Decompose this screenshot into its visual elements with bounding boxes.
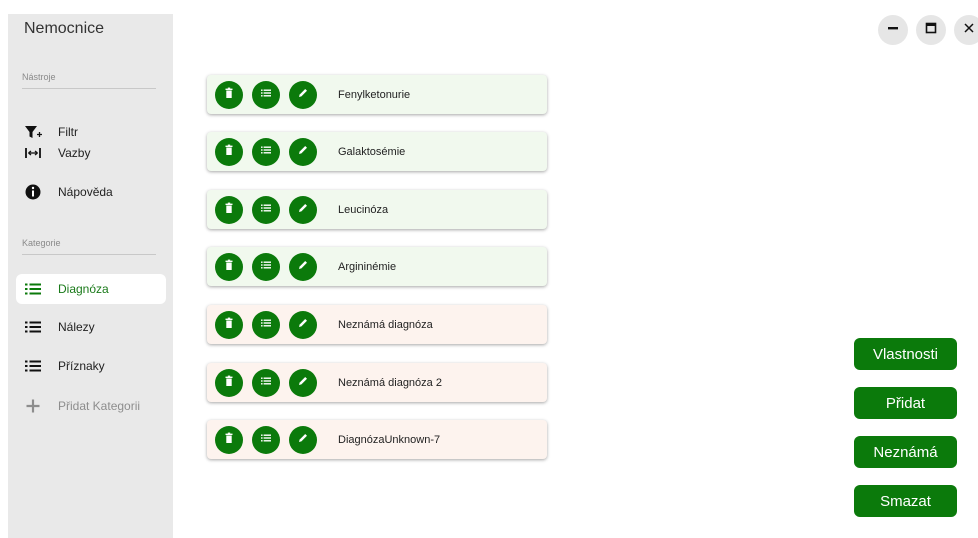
info-icon: [24, 183, 42, 201]
link-arrows-icon: [24, 144, 42, 162]
maximize-icon: [925, 21, 937, 39]
minimize-button[interactable]: [878, 15, 908, 45]
close-button[interactable]: [954, 15, 978, 45]
edit-item-button[interactable]: [289, 425, 317, 454]
edit-item-button[interactable]: [289, 137, 317, 166]
list-item: Leucinóza: [207, 190, 547, 229]
list-icon: [24, 357, 42, 375]
list-icon: [260, 374, 272, 392]
sidebar-item-label: Filtr: [58, 125, 78, 139]
sidebar-item-nalezy[interactable]: Nálezy: [16, 312, 166, 342]
app-title: Nemocnice: [24, 20, 105, 37]
categories-divider: [22, 254, 156, 255]
trash-icon: [223, 143, 235, 161]
sidebar-item-label: Nálezy: [58, 320, 95, 334]
pencil-icon: [297, 143, 309, 161]
sidebar-item-label: Diagnóza: [58, 282, 109, 296]
delete-button[interactable]: Smazat: [854, 485, 957, 517]
sidebar-item-priznaky[interactable]: Příznaky: [16, 351, 166, 381]
item-name: Fenylketonurie: [338, 88, 411, 101]
item-details-button[interactable]: [252, 80, 280, 109]
edit-item-button[interactable]: [289, 80, 317, 109]
item-name: Leucinóza: [338, 203, 389, 216]
maximize-button[interactable]: [916, 15, 946, 45]
list-item: DiagnózaUnknown-7: [207, 420, 547, 459]
pencil-icon: [297, 201, 309, 219]
edit-item-button[interactable]: [289, 195, 317, 224]
list-icon: [260, 201, 272, 219]
tools-divider: [22, 88, 156, 89]
list-icon: [260, 86, 272, 104]
delete-item-button[interactable]: [215, 252, 243, 281]
minimize-icon: [887, 21, 899, 39]
sidebar-item-label: Přidat Kategorii: [58, 399, 141, 413]
list-item: Fenylketonurie: [207, 75, 547, 114]
pencil-icon: [297, 316, 309, 334]
list-item: Argininémie: [207, 247, 547, 286]
list-icon: [260, 431, 272, 449]
item-name: Neznámá diagnóza: [338, 318, 433, 331]
sidebar-item-help[interactable]: Nápověda: [16, 177, 166, 207]
categories-section-label: Kategorie: [22, 238, 61, 248]
delete-item-button[interactable]: [215, 425, 243, 454]
trash-icon: [223, 431, 235, 449]
item-details-button[interactable]: [252, 137, 280, 166]
list-item: Galaktosémie: [207, 132, 547, 171]
edit-item-button[interactable]: [289, 310, 317, 339]
list-icon: [260, 316, 272, 334]
sidebar-item-label: Nápověda: [58, 185, 113, 199]
item-name: Galaktosémie: [338, 145, 406, 158]
delete-item-button[interactable]: [215, 310, 243, 339]
item-details-button[interactable]: [252, 252, 280, 281]
close-icon: [963, 21, 975, 39]
item-name: Argininémie: [338, 260, 397, 273]
trash-icon: [223, 258, 235, 276]
plus-icon: [24, 397, 42, 415]
trash-icon: [223, 201, 235, 219]
list-icon: [260, 258, 272, 276]
sidebar-item-links[interactable]: Vazby: [16, 138, 166, 168]
edit-item-button[interactable]: [289, 368, 317, 397]
item-details-button[interactable]: [252, 195, 280, 224]
delete-item-button[interactable]: [215, 137, 243, 166]
add-button[interactable]: Přidat: [854, 387, 957, 419]
unknown-button[interactable]: Neznámá: [854, 436, 957, 468]
item-details-button[interactable]: [252, 368, 280, 397]
list-icon: [24, 280, 42, 298]
delete-item-button[interactable]: [215, 368, 243, 397]
edit-item-button[interactable]: [289, 252, 317, 281]
list-icon: [24, 318, 42, 336]
pencil-icon: [297, 374, 309, 392]
sidebar: Nemocnice Nástroje Filtr Vazby Nápověda …: [8, 14, 173, 538]
sidebar-item-add-category[interactable]: Přidat Kategorii: [16, 391, 166, 421]
trash-icon: [223, 374, 235, 392]
trash-icon: [223, 86, 235, 104]
item-details-button[interactable]: [252, 310, 280, 339]
list-icon: [260, 143, 272, 161]
tools-section-label: Nástroje: [22, 72, 56, 82]
sidebar-item-diagnoza[interactable]: Diagnóza: [16, 274, 166, 304]
list-item: Neznámá diagnóza 2: [207, 363, 547, 402]
delete-item-button[interactable]: [215, 195, 243, 224]
trash-icon: [223, 316, 235, 334]
item-details-button[interactable]: [252, 425, 280, 454]
delete-item-button[interactable]: [215, 80, 243, 109]
item-name: Neznámá diagnóza 2: [338, 376, 442, 389]
item-name: DiagnózaUnknown-7: [338, 433, 441, 446]
properties-button[interactable]: Vlastnosti: [854, 338, 957, 370]
pencil-icon: [297, 258, 309, 276]
pencil-icon: [297, 86, 309, 104]
pencil-icon: [297, 431, 309, 449]
sidebar-item-label: Příznaky: [58, 359, 105, 373]
list-item: Neznámá diagnóza: [207, 305, 547, 344]
sidebar-item-label: Vazby: [58, 146, 91, 160]
